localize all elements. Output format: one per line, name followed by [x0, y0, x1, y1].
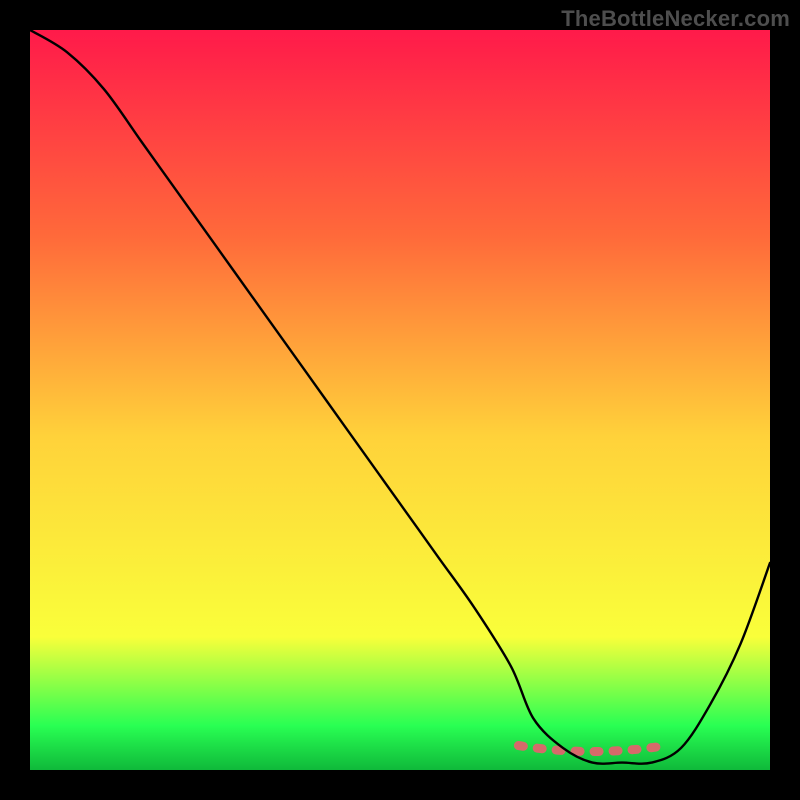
chart-stage: TheBottleNecker.com	[0, 0, 800, 800]
bottleneck-curve-chart	[30, 30, 770, 770]
attribution-label: TheBottleNecker.com	[561, 6, 790, 32]
